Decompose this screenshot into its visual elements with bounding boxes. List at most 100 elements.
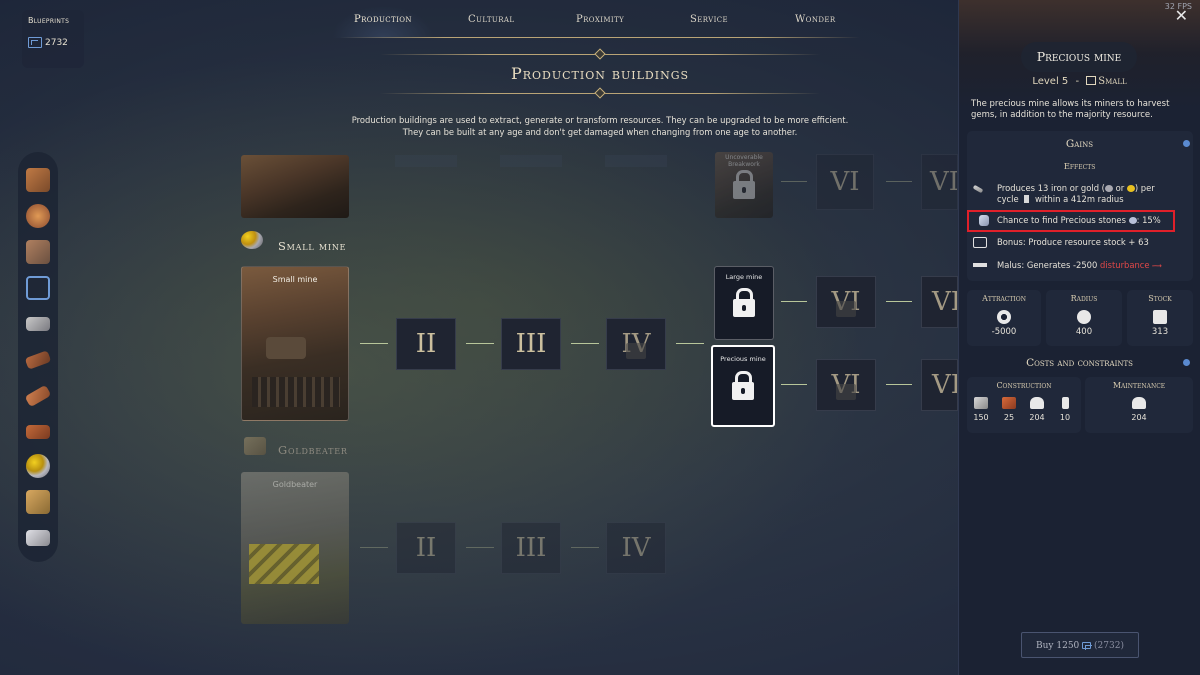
unlock-icon	[732, 371, 754, 400]
close-icon[interactable]: ✕	[1175, 6, 1188, 25]
blueprint-icon	[1082, 642, 1093, 650]
hourglass-icon	[1061, 397, 1069, 409]
section-label-small-mine: Small mine	[278, 239, 347, 253]
small-mine-card-title: Small mine	[272, 275, 318, 284]
tab-divider	[340, 37, 860, 38]
effect-bonus: Bonus: Produce resource stock + 63	[973, 237, 1175, 248]
mine-cart-image	[266, 337, 306, 359]
worker-icon	[1030, 397, 1044, 409]
level-vi-large-mine-2[interactable]: VI	[921, 276, 958, 328]
stat-stock: Stock 313	[1127, 290, 1193, 346]
size-icon	[1086, 76, 1097, 85]
brick-icon	[1002, 397, 1016, 409]
blueprint-icon	[28, 37, 42, 48]
small-mine-icon	[241, 231, 263, 249]
connector	[571, 343, 599, 344]
level-vi-precious-mine-2[interactable]: VI	[921, 359, 958, 411]
level-vi-precious-mine[interactable]: VI	[816, 359, 876, 411]
faded-level-box	[605, 155, 667, 167]
stock-icon	[1153, 310, 1167, 324]
blueprints-label: Blueprints	[28, 16, 70, 25]
goldbeater-card-title: Goldbeater	[272, 480, 318, 489]
stat-stock-value: 313	[1151, 327, 1169, 337]
faded-level-box	[395, 155, 457, 167]
buy-label: Buy 1250	[1036, 641, 1080, 651]
stat-attraction-label: Attraction	[982, 294, 1026, 303]
precious-mine-card[interactable]: Precious mine	[711, 345, 775, 427]
building-level-line: Level 5 - Small	[959, 76, 1200, 87]
level-vi-large-mine[interactable]: VI	[816, 276, 876, 328]
upgrade-card-top[interactable]: Uncoverable Breakwork	[715, 152, 773, 218]
category-tabs: Production Cultural Proximity Service Wo…	[328, 6, 864, 38]
construction-workers: 204	[1025, 397, 1049, 422]
section-label-goldbeater: Goldbeater	[278, 443, 348, 457]
logs-icon[interactable]	[26, 168, 50, 192]
description-line-2: They can be built at any age and don't g…	[402, 126, 798, 137]
connector	[781, 181, 807, 182]
connector	[781, 384, 807, 385]
connector	[466, 343, 494, 344]
title-bottom-diamond	[594, 87, 606, 99]
gold-icon	[1126, 185, 1135, 192]
page-title: Production buildings	[510, 64, 690, 83]
gains-box	[967, 131, 1193, 281]
silver-bar-icon[interactable]	[26, 530, 50, 546]
tab-wonder[interactable]: Wonder	[795, 14, 836, 25]
stone-pile-icon[interactable]	[26, 240, 50, 264]
ore-icon[interactable]	[26, 204, 50, 228]
building-card-top[interactable]	[241, 155, 349, 218]
description-line-1: Production buildings are used to extract…	[351, 115, 849, 125]
iron-bar-icon[interactable]	[26, 317, 50, 331]
attraction-icon	[997, 310, 1011, 324]
level-vi-top[interactable]: VI	[816, 154, 874, 210]
level-vi-top-2[interactable]: VI	[921, 154, 958, 210]
precious-mine-label: Precious mine	[720, 355, 766, 363]
blueprints-counter: Blueprints 2732	[22, 10, 84, 68]
stat-stock-label: Stock	[1148, 294, 1172, 303]
maintenance-title: Maintenance	[1112, 381, 1166, 390]
tab-service[interactable]: Service	[690, 14, 728, 25]
tab-cultural[interactable]: Cultural	[468, 14, 514, 25]
level-iii-small-mine[interactable]: III	[501, 318, 561, 370]
small-mine-card[interactable]: Small mine	[241, 266, 349, 421]
construction-time: 10	[1053, 397, 1077, 422]
info-icon[interactable]	[1183, 359, 1190, 366]
brick-icon[interactable]	[26, 425, 50, 439]
level-ii-small-mine[interactable]: II	[396, 318, 456, 370]
connector	[676, 343, 704, 344]
chest-icon	[973, 237, 987, 248]
maintenance-box: Maintenance 204	[1085, 377, 1193, 433]
stat-attraction: Attraction -5000	[967, 290, 1041, 346]
level-separator: -	[1075, 76, 1080, 87]
building-name-pill: Precious mine	[1021, 42, 1137, 72]
tab-proximity[interactable]: Proximity	[576, 14, 624, 25]
connector	[781, 301, 807, 302]
copper-bar-icon[interactable]	[24, 384, 52, 408]
level-ii-goldbeater[interactable]: II	[396, 522, 456, 574]
mine-rails-image	[252, 377, 340, 407]
small-mine-icon[interactable]	[26, 454, 50, 478]
level-iii-goldbeater[interactable]: III	[501, 522, 561, 574]
info-icon[interactable]	[1183, 140, 1190, 147]
connector	[360, 343, 388, 344]
precious-stone-icon	[1128, 217, 1137, 224]
goldbeater-card[interactable]: Goldbeater	[241, 472, 349, 624]
title-top-diamond	[594, 48, 606, 60]
unlock-icon	[733, 288, 755, 317]
buy-button[interactable]: Buy 1250 (2732)	[1021, 632, 1139, 658]
lock-icon	[626, 343, 646, 359]
tab-production[interactable]: Production	[332, 6, 434, 38]
effects-title: Effects	[1063, 162, 1096, 172]
wood-plank-icon[interactable]	[24, 350, 52, 370]
connector	[886, 301, 912, 302]
costs-title: Costs and constraints	[1026, 357, 1133, 369]
construction-box: Construction 150 25 204 10	[967, 377, 1081, 433]
large-mine-card[interactable]: Large mine	[714, 266, 774, 340]
level-iv-goldbeater[interactable]: IV	[606, 522, 666, 574]
stat-radius-value: 400	[1075, 327, 1093, 337]
construction-title: Construction	[996, 381, 1052, 390]
level-iv-small-mine[interactable]: IV	[606, 318, 666, 370]
connector	[360, 547, 388, 548]
goldbeater-icon[interactable]	[26, 490, 50, 514]
blueprint-icon[interactable]	[26, 276, 50, 300]
